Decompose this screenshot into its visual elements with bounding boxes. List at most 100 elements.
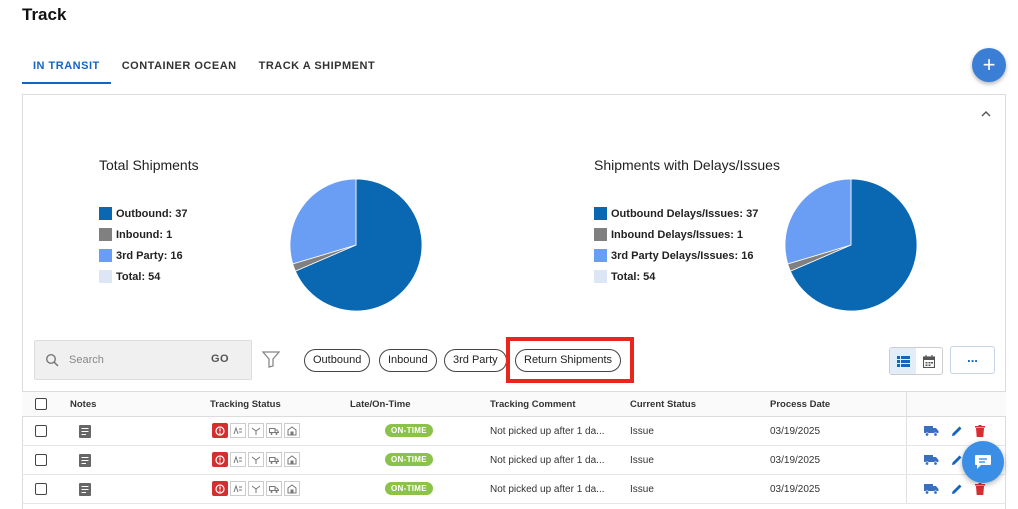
legend-item-outbound-delays: Outbound Delays/Issues: 37 <box>594 203 758 224</box>
chart-legend-total-shipments: Outbound: 37 Inbound: 1 3rd Party: 16 To… <box>99 203 188 287</box>
tracking-comment: Not picked up after 1 da... <box>490 426 605 437</box>
table-row[interactable]: ON-TIME Not picked up after 1 da... Issu… <box>22 417 1006 446</box>
truck-icon[interactable] <box>924 454 939 466</box>
current-status: Issue <box>630 426 654 437</box>
delivery-truck-icon[interactable] <box>266 423 282 438</box>
legend-swatch <box>594 270 607 283</box>
row-actions <box>924 425 985 437</box>
legend-item-inbound-delays: Inbound Delays/Issues: 1 <box>594 224 758 245</box>
select-all-checkbox[interactable] <box>35 398 47 410</box>
plus-icon: + <box>982 52 996 77</box>
on-time-badge: ON-TIME <box>385 482 433 495</box>
notes-icon[interactable] <box>79 454 91 467</box>
chevron-up-icon[interactable] <box>981 109 991 119</box>
chat-icon <box>975 455 991 469</box>
edit-icon[interactable] <box>951 483 963 495</box>
chat-button[interactable] <box>962 441 1004 483</box>
delete-icon[interactable] <box>975 483 985 495</box>
column-header-tracking-status[interactable]: Tracking Status <box>210 399 281 410</box>
legend-label: Outbound: 37 <box>116 207 188 220</box>
filter-chip-outbound[interactable]: Outbound <box>304 349 371 372</box>
current-status: Issue <box>630 484 654 495</box>
row-actions <box>924 483 985 495</box>
chart-legend-delays-issues: Outbound Delays/Issues: 37 Inbound Delay… <box>594 203 758 287</box>
column-header-process-date[interactable]: Process Date <box>770 399 830 410</box>
search-input[interactable]: Search <box>69 354 104 366</box>
list-icon <box>896 355 910 367</box>
alert-icon[interactable] <box>212 423 228 438</box>
table-row[interactable]: ON-TIME Not picked up after 1 da... Issu… <box>22 475 1006 504</box>
divider <box>906 475 907 503</box>
calendar-view-button[interactable] <box>916 348 942 374</box>
row-checkbox[interactable] <box>35 483 47 495</box>
pickup-icon[interactable] <box>230 481 246 496</box>
legend-label: 3rd Party Delays/Issues: 16 <box>611 249 754 262</box>
truck-icon[interactable] <box>924 483 939 495</box>
legend-label: Outbound Delays/Issues: 37 <box>611 207 759 220</box>
chart-title-delays-issues: Shipments with Delays/Issues <box>594 157 780 173</box>
filter-icon[interactable] <box>262 351 280 368</box>
edit-icon[interactable] <box>951 425 963 437</box>
search-box[interactable]: Search GO <box>34 340 252 380</box>
more-options-button[interactable]: ... <box>950 346 995 374</box>
column-header-notes[interactable]: Notes <box>70 399 96 410</box>
warehouse-icon[interactable] <box>284 481 300 496</box>
warehouse-icon[interactable] <box>284 452 300 467</box>
search-icon <box>45 353 59 367</box>
process-date: 03/19/2025 <box>770 455 821 466</box>
divider <box>906 417 907 445</box>
route-icon[interactable] <box>248 423 264 438</box>
route-icon[interactable] <box>248 452 264 467</box>
shipments-table: Notes Tracking Status Late/On-Time Track… <box>22 391 1006 504</box>
add-button[interactable]: + <box>972 48 1006 82</box>
filter-chip-inbound[interactable]: Inbound <box>379 349 437 372</box>
pickup-icon[interactable] <box>230 452 246 467</box>
legend-swatch <box>99 207 112 220</box>
route-icon[interactable] <box>248 481 264 496</box>
current-status: Issue <box>630 455 654 466</box>
on-time-badge: ON-TIME <box>385 453 433 466</box>
tracking-status-icons <box>212 481 302 496</box>
column-header-current-status[interactable]: Current Status <box>630 399 696 410</box>
tab-track-a-shipment[interactable]: TRACK A SHIPMENT <box>248 56 387 84</box>
row-checkbox[interactable] <box>35 454 47 466</box>
chart-title-total-shipments: Total Shipments <box>99 157 199 173</box>
table-header: Notes Tracking Status Late/On-Time Track… <box>22 391 1006 417</box>
go-button[interactable]: GO <box>211 353 229 365</box>
tab-in-transit[interactable]: IN TRANSIT <box>22 56 111 84</box>
column-header-late-on-time[interactable]: Late/On-Time <box>350 399 411 410</box>
notes-icon[interactable] <box>79 425 91 438</box>
legend-swatch <box>594 228 607 241</box>
delivery-truck-icon[interactable] <box>266 452 282 467</box>
alert-icon[interactable] <box>212 481 228 496</box>
legend-item-outbound: Outbound: 37 <box>99 203 188 224</box>
pie-chart-delays-issues <box>784 178 918 312</box>
tracking-status-icons <box>212 452 302 467</box>
column-header-tracking-comment[interactable]: Tracking Comment <box>490 399 576 410</box>
legend-label: Inbound: 1 <box>116 228 173 241</box>
row-checkbox[interactable] <box>35 425 47 437</box>
delete-icon[interactable] <box>975 425 985 437</box>
pickup-icon[interactable] <box>230 423 246 438</box>
warehouse-icon[interactable] <box>284 423 300 438</box>
notes-icon[interactable] <box>79 483 91 496</box>
legend-swatch <box>99 270 112 283</box>
alert-icon[interactable] <box>212 452 228 467</box>
calendar-icon <box>923 354 935 368</box>
legend-swatch <box>99 249 112 262</box>
truck-icon[interactable] <box>924 425 939 437</box>
legend-swatch <box>99 228 112 241</box>
delivery-truck-icon[interactable] <box>266 481 282 496</box>
legend-item-3rd-party-delays: 3rd Party Delays/Issues: 16 <box>594 245 758 266</box>
legend-label: Total: 54 <box>116 270 161 283</box>
table-row[interactable]: ON-TIME Not picked up after 1 da... Issu… <box>22 446 1006 475</box>
list-view-button[interactable] <box>890 348 916 374</box>
highlight-box <box>506 337 634 383</box>
legend-label: 3rd Party: 16 <box>116 249 183 262</box>
process-date: 03/19/2025 <box>770 426 821 437</box>
tab-container-ocean[interactable]: CONTAINER OCEAN <box>111 56 248 84</box>
legend-item-total: Total: 54 <box>99 266 188 287</box>
tracking-comment: Not picked up after 1 da... <box>490 455 605 466</box>
pie-chart-total-shipments <box>289 178 423 312</box>
filter-chip-3rd-party[interactable]: 3rd Party <box>444 349 507 372</box>
